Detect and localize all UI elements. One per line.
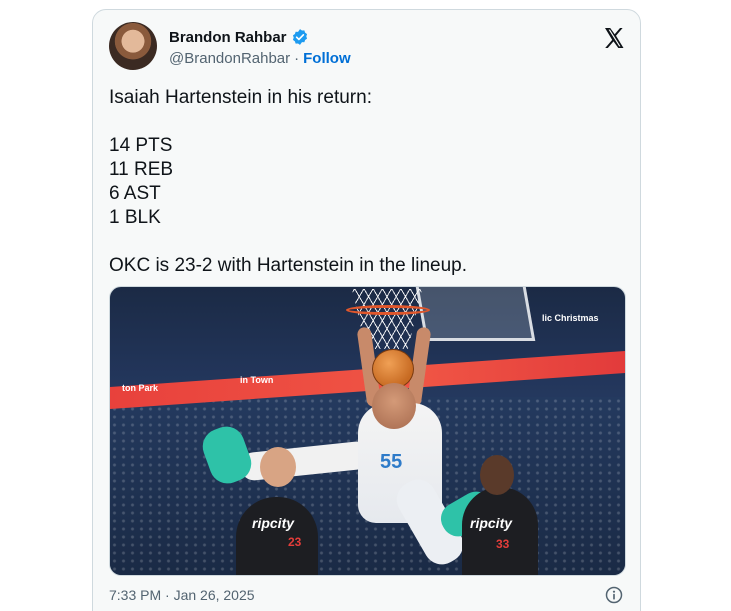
follow-button[interactable]: Follow <box>303 50 351 67</box>
author-name[interactable]: Brandon Rahbar <box>169 29 287 46</box>
author-name-row: Brandon Rahbar <box>169 28 309 46</box>
ribbon-text-left: ton Park <box>122 383 159 393</box>
ribbon-text-right: lic Christmas <box>542 313 599 323</box>
defender-left-jersey-text: ripcity <box>252 515 295 531</box>
defender-right-head <box>480 455 514 495</box>
verified-badge-icon <box>292 29 307 45</box>
tweet-text: Isaiah Hartenstein in his return: 14 PTS… <box>109 87 468 276</box>
tweet-header: Brandon Rahbar @BrandonRahbar · Follow <box>109 22 626 72</box>
defender-right-number: 33 <box>496 537 510 551</box>
info-circle-icon[interactable] <box>604 585 624 605</box>
basketball-rim <box>346 305 430 315</box>
defender-right-jersey-text: ripcity <box>470 515 513 531</box>
tweet-footer: 7:33 PM · Jan 26, 2025 <box>109 585 626 607</box>
tweet-media-image[interactable]: ton Park in Town lic Christmas 55 ripcit… <box>109 286 626 576</box>
tweet-card[interactable]: Brandon Rahbar @BrandonRahbar · Follow I… <box>92 9 641 611</box>
backboard <box>414 287 536 341</box>
author-handle[interactable]: @BrandonRahbar <box>169 50 290 67</box>
x-logo-icon[interactable] <box>602 26 626 50</box>
defender-right <box>462 487 538 575</box>
handle-separator: · <box>294 50 300 67</box>
defender-left-number: 23 <box>288 535 302 549</box>
author-handle-row: @BrandonRahbar · Follow <box>169 50 351 67</box>
ribbon-text-mid: in Town <box>240 375 274 385</box>
author-avatar[interactable] <box>109 22 157 70</box>
dunker-jersey-number: 55 <box>380 451 403 473</box>
dunker-head <box>372 383 416 429</box>
defender-left-head <box>260 447 296 487</box>
defender-left <box>236 497 318 575</box>
tweet-timestamp[interactable]: 7:33 PM · Jan 26, 2025 <box>109 587 255 603</box>
